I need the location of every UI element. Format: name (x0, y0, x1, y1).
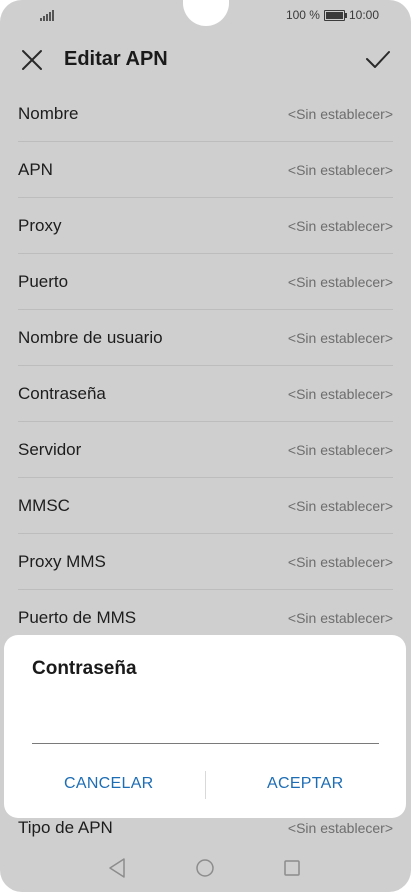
row-label: Tipo de APN (18, 818, 113, 837)
check-icon[interactable] (365, 46, 391, 72)
apn-row-proxy[interactable]: Proxy <Sin establecer> (18, 198, 393, 254)
signal-icon (40, 10, 56, 21)
row-value: <Sin establecer> (287, 498, 393, 514)
phone-screen: 100 % 10:00 Editar APN Nombre <Sin estab… (0, 0, 411, 892)
page-title: Editar APN (64, 48, 168, 70)
apn-row-contrasena[interactable]: Contraseña <Sin establecer> (18, 366, 393, 422)
row-label: Puerto (18, 272, 69, 291)
apn-row-puerto[interactable]: Puerto <Sin establecer> (18, 254, 393, 310)
row-value: <Sin establecer> (287, 106, 393, 122)
row-value: <Sin establecer> (287, 820, 393, 836)
navigation-bar (0, 850, 411, 888)
row-label: Servidor (18, 440, 82, 459)
status-right: 100 % 10:00 (286, 8, 379, 22)
row-value: <Sin establecer> (287, 218, 393, 234)
row-value: <Sin establecer> (287, 610, 393, 626)
close-icon[interactable] (20, 48, 44, 72)
row-label: Puerto de MMS (18, 608, 137, 627)
clock: 10:00 (348, 8, 379, 22)
app-header: Editar APN (0, 34, 411, 86)
row-value: <Sin establecer> (287, 442, 393, 458)
row-label: Nombre de usuario (18, 328, 163, 347)
row-value: <Sin establecer> (287, 274, 393, 290)
apn-row-tipo-apn[interactable]: Tipo de APN <Sin establecer> (18, 818, 393, 840)
status-bar: 100 % 10:00 (0, 0, 411, 32)
cancel-button[interactable]: CANCELAR (64, 775, 154, 793)
back-icon[interactable] (108, 858, 126, 878)
row-label: Proxy MMS (18, 552, 106, 571)
row-label: Nombre (18, 104, 79, 123)
battery-percent: 100 % (285, 8, 320, 22)
apn-row-nombre-usuario[interactable]: Nombre de usuario <Sin establecer> (18, 310, 393, 366)
dialog-title: Contraseña (32, 658, 137, 679)
recent-apps-icon[interactable] (284, 860, 300, 876)
password-input[interactable] (32, 703, 379, 744)
battery-icon (323, 9, 347, 21)
row-label: Contraseña (18, 384, 106, 403)
row-value: <Sin establecer> (287, 554, 393, 570)
row-value: <Sin establecer> (287, 162, 393, 178)
apn-row-proxy-mms[interactable]: Proxy MMS <Sin establecer> (18, 534, 393, 590)
row-label: Proxy (18, 216, 62, 235)
row-label: MMSC (18, 496, 70, 515)
accept-button[interactable]: ACEPTAR (267, 775, 343, 793)
home-icon[interactable] (196, 859, 214, 877)
row-label: APN (18, 160, 53, 179)
button-divider (205, 771, 206, 799)
row-value: <Sin establecer> (287, 330, 393, 346)
camera-notch (183, 0, 229, 26)
row-value: <Sin establecer> (287, 386, 393, 402)
apn-row-nombre[interactable]: Nombre <Sin establecer> (18, 86, 393, 142)
apn-row-mmsc[interactable]: MMSC <Sin establecer> (18, 478, 393, 534)
apn-row-servidor[interactable]: Servidor <Sin establecer> (18, 422, 393, 478)
apn-settings-list: Nombre <Sin establecer> APN <Sin estable… (0, 86, 411, 646)
password-dialog: Contraseña CANCELAR ACEPTAR (4, 635, 406, 818)
apn-row-apn[interactable]: APN <Sin establecer> (18, 142, 393, 198)
